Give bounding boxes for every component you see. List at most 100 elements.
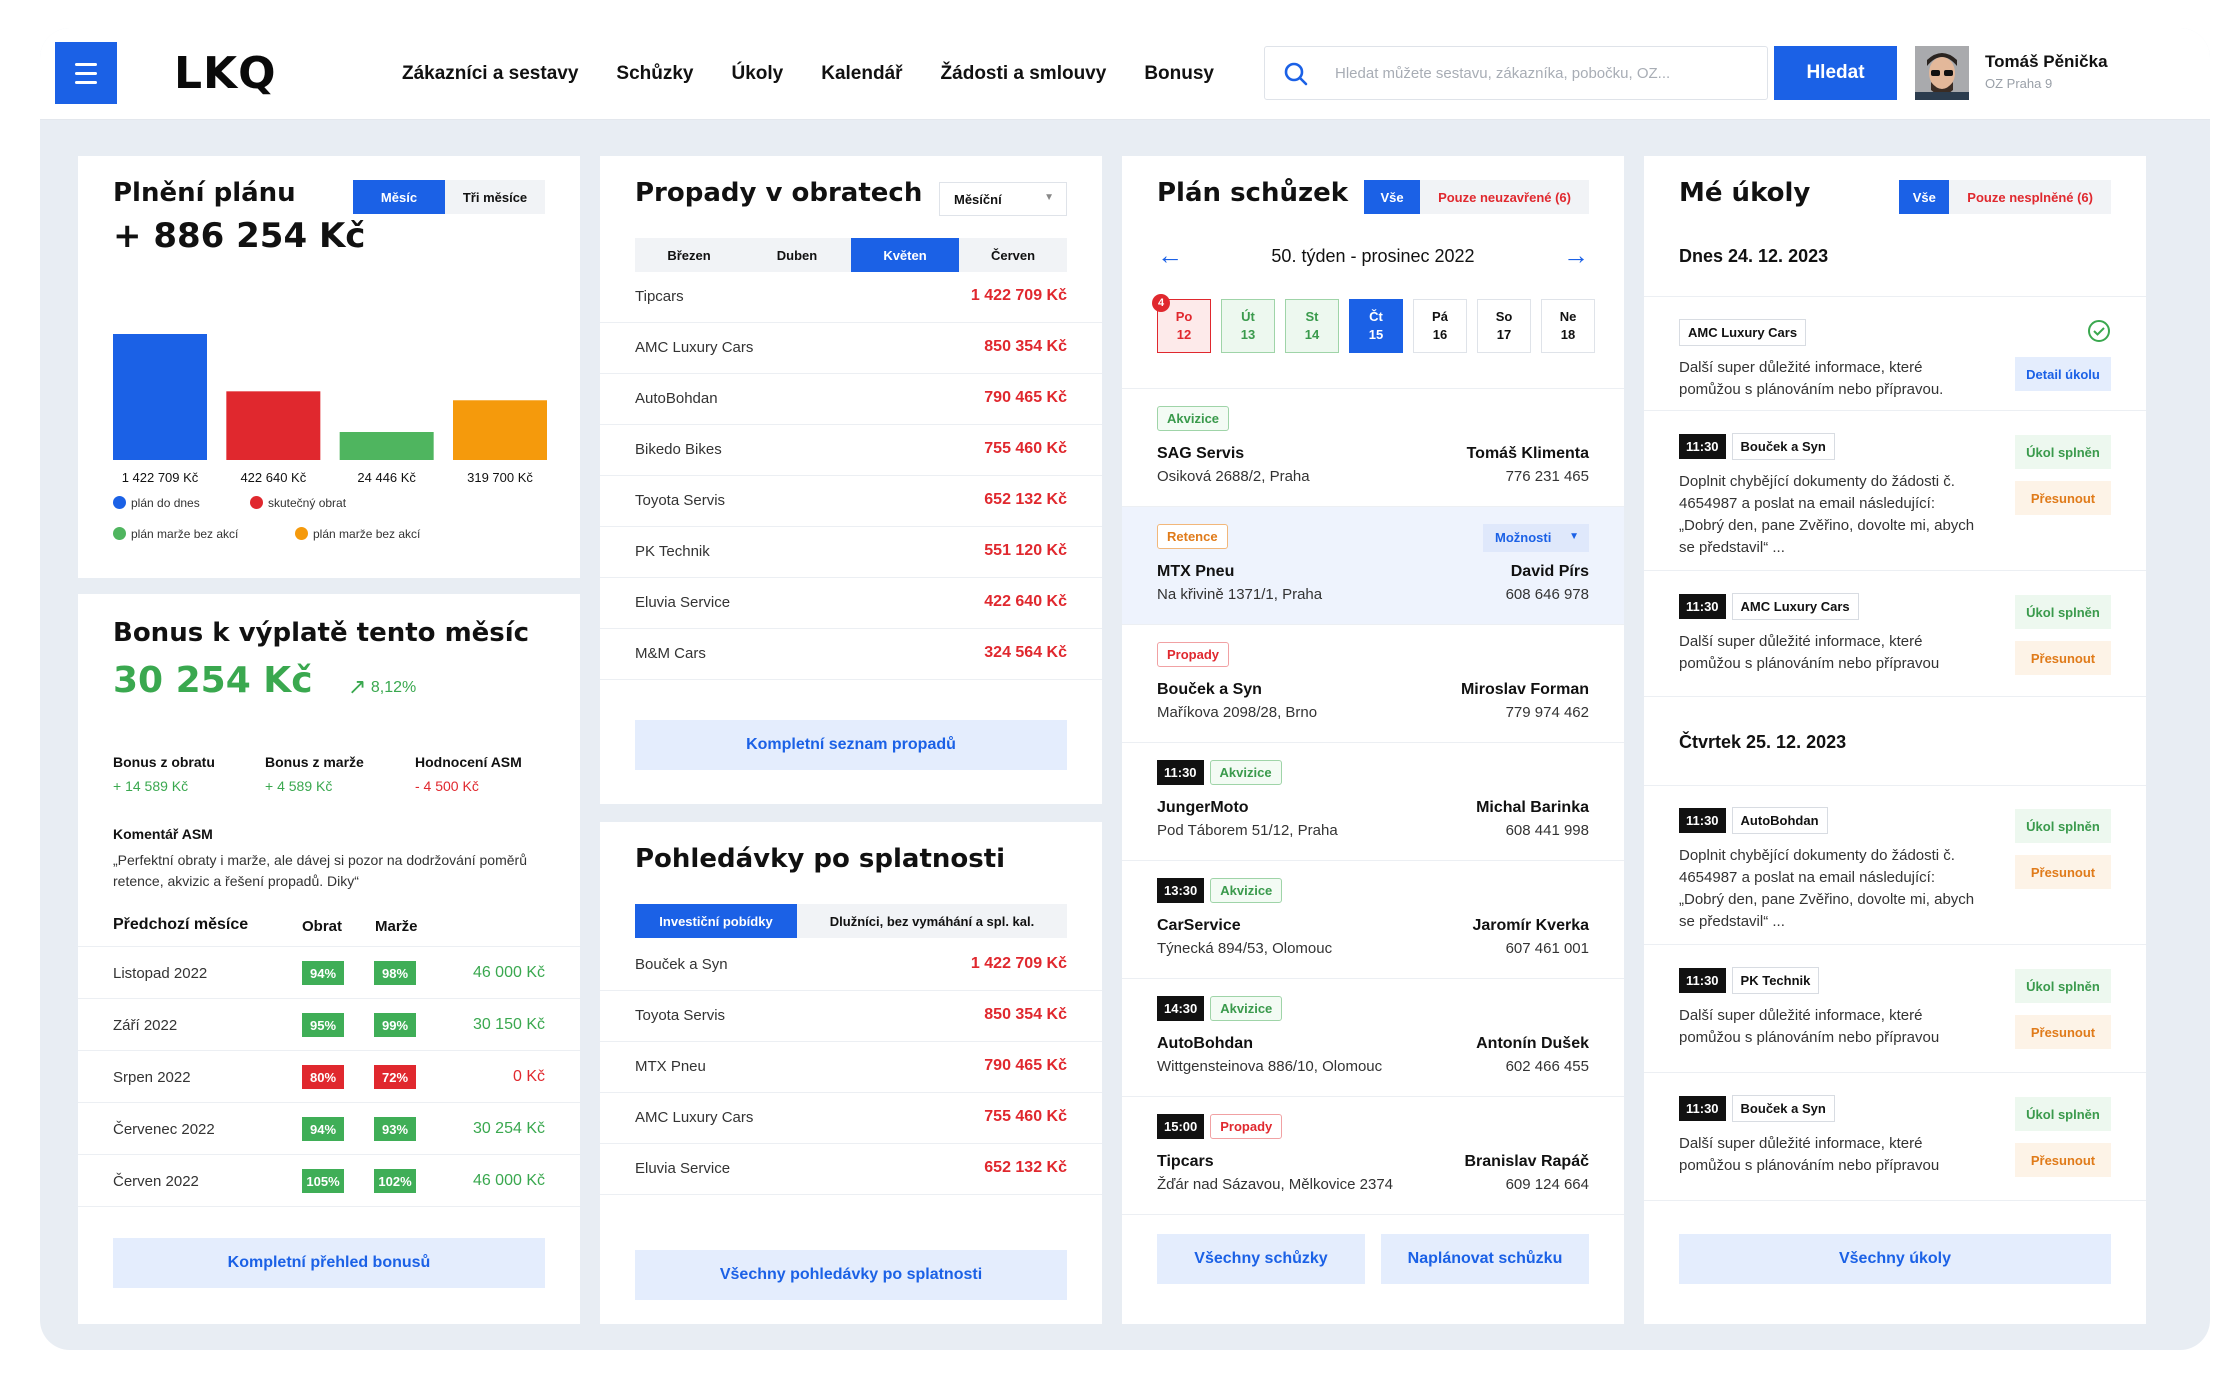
task-item[interactable]: 11:30 AutoBohdan Doplnit chybějící dokumen… xyxy=(1644,785,2146,945)
task-move-button[interactable]: Přesunout xyxy=(2015,1015,2111,1049)
all-overdue-button[interactable]: Všechny pohledávky po splatnosti xyxy=(635,1250,1067,1300)
meeting-item[interactable]: Retence MTX Pneu Na křivině 1371/1, Praha D… xyxy=(1122,507,1624,625)
tab-investment[interactable]: Investiční pobídky xyxy=(635,904,797,938)
meeting-company: Bouček a Syn xyxy=(1157,681,1262,698)
day-button[interactable]: Po 12 4 xyxy=(1152,294,1211,353)
meeting-tags: Retence xyxy=(1157,524,1228,549)
list-row[interactable]: M&M Cars 324 564 Kč xyxy=(600,629,1102,680)
all-tasks-button[interactable]: Všechny úkoly xyxy=(1679,1234,2111,1284)
list-row[interactable]: MTX Pneu 790 465 Kč xyxy=(600,1042,1102,1093)
meeting-item[interactable]: 11:30 Akvizice JungerMoto Pod Táborem 51/12… xyxy=(1122,743,1624,861)
row-name: Bouček a Syn xyxy=(635,956,728,973)
task-move-button[interactable]: Přesunout xyxy=(2015,481,2111,515)
nav-bonuses[interactable]: Bonusy xyxy=(1144,63,1214,85)
hamburger-menu-button[interactable] xyxy=(55,42,117,104)
nav-customers[interactable]: Zákazníci a sestavy xyxy=(402,63,578,85)
meeting-item[interactable]: Propady Bouček a Syn Maříkova 2098/28, Brn… xyxy=(1122,625,1624,743)
meeting-item[interactable]: 13:30 Akvizice CarService Týnecká 894/53, O… xyxy=(1122,861,1624,979)
list-row[interactable]: Eluvia Service 652 132 Kč xyxy=(600,1144,1102,1195)
meeting-address: Na křivině 1371/1, Praha xyxy=(1157,586,1323,603)
meeting-contact: David Pírs xyxy=(1510,563,1589,580)
row-name: Eluvia Service xyxy=(635,594,731,611)
caret-down-icon: ▼ xyxy=(1569,531,1579,542)
list-row[interactable]: Bouček a Syn 1 422 709 Kč xyxy=(600,940,1102,991)
meeting-phone: 608 646 978 xyxy=(1505,586,1589,603)
meeting-type-tag: Akvizice xyxy=(1210,878,1283,903)
full-bonus-overview-button[interactable]: Kompletní přehled bonusů xyxy=(113,1238,545,1288)
tab-open-only[interactable]: Pouze neuzavřené (6) xyxy=(1420,180,1589,214)
meeting-item[interactable]: Akvizice SAG Servis Osiková 2688/2, Praha T… xyxy=(1122,389,1624,507)
tab-all[interactable]: Vše xyxy=(1899,180,1950,214)
list-row[interactable]: AMC Luxury Cars 850 354 Kč xyxy=(600,323,1102,374)
row-amount: 790 465 Kč xyxy=(984,1057,1067,1074)
task-done-button[interactable]: Úkol splněn xyxy=(2015,1097,2111,1131)
options-dropdown[interactable]: Možnosti ▼ xyxy=(1483,524,1589,552)
task-move-button[interactable]: Přesunout xyxy=(2015,855,2111,889)
task-done-button[interactable]: Úkol splněn xyxy=(2015,809,2111,843)
day-button[interactable]: Út 13 xyxy=(1221,299,1275,353)
day-button[interactable]: Ne 18 xyxy=(1541,299,1595,353)
row-amount: 790 465 Kč xyxy=(984,389,1067,406)
meeting-item[interactable]: 15:00 Propady Tipcars Žďár nad Sázavou, Měl… xyxy=(1122,1097,1624,1215)
task-move-button[interactable]: Přesunout xyxy=(2015,1143,2111,1177)
arrow-right-icon[interactable]: → xyxy=(1563,242,1589,268)
task-move-button[interactable]: Přesunout xyxy=(2015,641,2111,675)
task-item[interactable]: 11:30 Bouček a Syn Další super důležité in… xyxy=(1644,1073,2146,1201)
task-done-button[interactable]: Úkol splněn xyxy=(2015,435,2111,469)
schedule-meeting-button[interactable]: Naplánovat schůzku xyxy=(1381,1234,1589,1284)
avatar[interactable] xyxy=(1915,46,1969,100)
day-button[interactable]: So 17 xyxy=(1477,299,1531,353)
search-input[interactable] xyxy=(1335,47,1755,99)
list-row[interactable]: Bikedo Bikes 755 460 Kč xyxy=(600,425,1102,476)
task-item[interactable]: 11:30 Bouček a Syn Doplnit chybějící dokum… xyxy=(1644,411,2146,571)
list-row[interactable]: AMC Luxury Cars 755 460 Kč xyxy=(600,1093,1102,1144)
tab-three-months[interactable]: Tři měsíce xyxy=(445,180,545,214)
tab-all[interactable]: Vše xyxy=(1364,180,1421,214)
nav-meetings[interactable]: Schůzky xyxy=(616,63,693,85)
list-row[interactable]: Eluvia Service 422 640 Kč xyxy=(600,578,1102,629)
overdue-card: Pohledávky po splatnosti Investiční pobí… xyxy=(600,822,1102,1324)
list-row[interactable]: Toyota Servis 652 132 Kč xyxy=(600,476,1102,527)
day-button[interactable]: St 14 xyxy=(1285,299,1339,353)
row-name: AutoBohdan xyxy=(635,390,718,407)
overdue-tabs: Investiční pobídky Dlužníci, bez vymáhán… xyxy=(635,904,1067,938)
meeting-tags: 11:30 Akvizice xyxy=(1157,760,1282,785)
task-done-button[interactable]: Úkol splněn xyxy=(2015,595,2111,629)
task-done-button[interactable]: Úkol splněn xyxy=(2015,969,2111,1003)
nav-requests[interactable]: Žádosti a smlouvy xyxy=(941,63,1107,85)
meeting-contact: Antonín Dušek xyxy=(1476,1035,1589,1052)
meeting-time: 11:30 xyxy=(1157,760,1204,785)
nav-tasks[interactable]: Úkoly xyxy=(731,63,783,85)
day-button[interactable]: Pá 16 xyxy=(1413,299,1467,353)
tab-march[interactable]: Březen xyxy=(635,238,743,272)
tab-month[interactable]: Měsíc xyxy=(353,180,445,214)
list-row[interactable]: Toyota Servis 850 354 Kč xyxy=(600,991,1102,1042)
margin-pct: 102% xyxy=(374,1169,416,1193)
prev-month-row: Srpen 2022 80% 72% 0 Kč xyxy=(78,1051,580,1103)
tab-june[interactable]: Červen xyxy=(959,238,1067,272)
period-select[interactable]: Měsíční ▼ xyxy=(939,182,1067,216)
row-amount: 1 422 709 Kč xyxy=(970,955,1067,972)
search-icon xyxy=(1284,62,1308,86)
meeting-item[interactable]: 14:30 Akvizice AutoBohdan Wittgensteinova 8… xyxy=(1122,979,1624,1097)
search-button[interactable]: Hledat xyxy=(1774,46,1897,100)
tab-april[interactable]: Duben xyxy=(743,238,851,272)
day-button[interactable]: Čt 15 xyxy=(1349,299,1403,353)
tab-unfinished-only[interactable]: Pouze nesplněné (6) xyxy=(1949,180,2111,214)
full-drops-list-button[interactable]: Kompletní seznam propadů xyxy=(635,720,1067,770)
list-row[interactable]: Tipcars 1 422 709 Kč xyxy=(600,272,1102,323)
all-meetings-button[interactable]: Všechny schůzky xyxy=(1157,1234,1365,1284)
list-row[interactable]: PK Technik 551 120 Kč xyxy=(600,527,1102,578)
list-row[interactable]: AutoBohdan 790 465 Kč xyxy=(600,374,1102,425)
tab-may[interactable]: Květen xyxy=(851,238,959,272)
task-item[interactable]: 11:30 PK Technik Další super důležité info… xyxy=(1644,945,2146,1073)
nav-calendar[interactable]: Kalendář xyxy=(821,63,902,85)
tab-debtors[interactable]: Dlužníci, bez vymáhání a spl. kal. xyxy=(797,904,1067,938)
task-item[interactable]: AMC Luxury Cars Další super důležité info… xyxy=(1644,297,2146,411)
task-detail-button[interactable]: Detail úkolu xyxy=(2015,357,2111,391)
task-item[interactable]: 11:30 AMC Luxury Cars Další super důležité… xyxy=(1644,571,2146,697)
row-amount: 551 120 Kč xyxy=(984,542,1067,559)
asm-comment: „Perfektní obraty i marže, ale dávej si … xyxy=(113,852,527,889)
meeting-company: MTX Pneu xyxy=(1157,563,1235,580)
task-company: PK Technik xyxy=(1731,967,1820,994)
